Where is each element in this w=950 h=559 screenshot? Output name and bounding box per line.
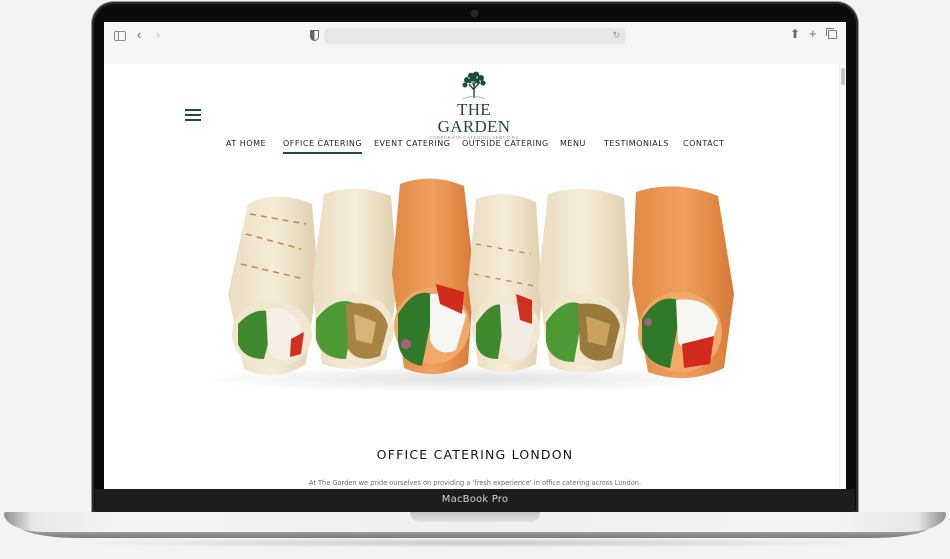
sidebar-icon[interactable] — [114, 31, 126, 41]
screen-bezel: MacBook Pro — [95, 489, 855, 512]
section-title: OFFICE CATERING LONDON — [376, 447, 574, 462]
nav-item-testimonials[interactable]: TESTIMONIALS — [604, 139, 669, 148]
laptop-shadow — [60, 538, 890, 548]
tree-icon — [462, 71, 486, 100]
section-intro: At The Garden we pride ourselves on prov… — [308, 479, 642, 487]
new-tab-icon[interactable]: + — [809, 27, 817, 40]
hero-image — [196, 178, 736, 393]
nav-item-office-catering[interactable]: OFFICE CATERING — [283, 139, 363, 154]
wrap-5 — [538, 188, 630, 373]
lid-notch — [410, 512, 540, 522]
tabs-overview-icon[interactable] — [826, 28, 837, 39]
back-icon[interactable]: ‹ — [137, 28, 141, 41]
camera — [471, 10, 478, 17]
model-label: MacBook Pro — [441, 494, 509, 505]
wrap-6 — [632, 186, 734, 379]
scrollbar[interactable] — [839, 64, 846, 489]
nav-item-contact[interactable]: CONTACT — [683, 139, 724, 148]
browser-window: ‹ › ↻ ⬆︎ + THE GARDEN CORPORATE CATERING… — [104, 22, 846, 489]
share-icon[interactable]: ⬆︎ — [790, 28, 800, 40]
wrap-4 — [468, 194, 542, 373]
logo-title: THE GARDEN — [437, 100, 511, 136]
shield-icon[interactable] — [310, 30, 319, 41]
browser-toolbar: ‹ › ↻ ⬆︎ + — [104, 22, 846, 65]
nav-item-at-home[interactable]: AT HOME — [226, 139, 266, 148]
reload-icon[interactable]: ↻ — [612, 30, 620, 41]
site-logo[interactable]: THE GARDEN CORPORATE CATERING SERVICES — [422, 70, 526, 140]
forward-icon[interactable]: › — [156, 28, 160, 41]
wrap-1 — [228, 196, 318, 376]
web-page: THE GARDEN CORPORATE CATERING SERVICES A… — [104, 64, 846, 489]
address-bar[interactable]: ↻ — [324, 28, 626, 44]
wrap-2 — [312, 188, 398, 369]
scroll-thumb[interactable] — [841, 68, 845, 85]
nav-item-outside-catering[interactable]: OUTSIDE CATERING — [462, 139, 549, 148]
nav-item-event-catering[interactable]: EVENT CATERING — [374, 139, 450, 148]
nav-item-menu[interactable]: MENU — [560, 139, 586, 148]
wrap-3 — [392, 178, 474, 375]
hamburger-menu-icon[interactable] — [185, 109, 201, 121]
